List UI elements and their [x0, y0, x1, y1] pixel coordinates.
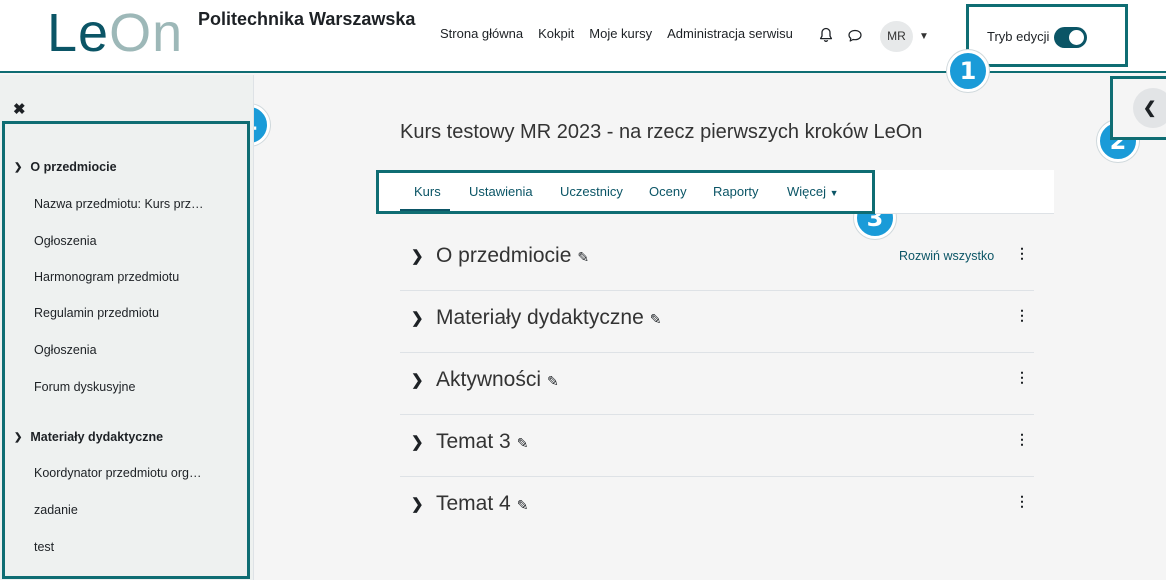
course-index-drawer: ✖ ❯ O przedmiocie Nazwa przedmiotu: Kurs…: [0, 75, 254, 580]
pencil-icon[interactable]: ✎: [517, 497, 529, 514]
user-avatar[interactable]: MR: [880, 21, 913, 52]
drawer-item[interactable]: Forum dyskusyjne: [34, 380, 135, 394]
drawer-section-o-przedmiocie[interactable]: ❯ O przedmiocie: [14, 160, 117, 174]
course-section: ❯ Aktywności ✎ ⋮: [400, 353, 1034, 415]
edit-mode-label: Tryb edycji: [987, 29, 1050, 44]
chevron-left-icon: ❮: [1143, 100, 1157, 117]
kebab-icon[interactable]: ⋮: [1015, 369, 1029, 386]
drawer-item[interactable]: Nazwa przedmiotu: Kurs prz…: [34, 197, 204, 211]
callout-badge-1: 1: [947, 50, 989, 92]
chevron-down-icon: ❯: [14, 161, 23, 173]
kebab-icon[interactable]: ⋮: [1015, 431, 1029, 448]
course-section: ❯ O przedmiocie ✎ Rozwiń wszystko ⋮: [400, 229, 1034, 291]
chevron-right-icon[interactable]: ❯: [411, 371, 424, 389]
primary-navigation: Strona główna Kokpit Moje kursy Administ…: [440, 26, 793, 41]
nav-dashboard[interactable]: Kokpit: [538, 26, 574, 41]
drawer-section-materialy[interactable]: ❯ Materiały dydaktyczne: [14, 430, 163, 444]
section-title[interactable]: O przedmiocie ✎: [436, 244, 589, 268]
drawer-item[interactable]: test: [34, 540, 54, 554]
chevron-right-icon[interactable]: ❯: [411, 433, 424, 451]
drawer-item[interactable]: Harmonogram przedmiotu: [34, 270, 179, 284]
university-name: Politechnika Warszawska: [198, 9, 416, 29]
chevron-down-icon: ❯: [14, 431, 23, 443]
section-title[interactable]: Aktywności ✎: [436, 368, 559, 392]
section-title[interactable]: Temat 4 ✎: [436, 492, 528, 516]
chevron-right-icon[interactable]: ❯: [411, 495, 424, 513]
drawer-item[interactable]: Regulamin przedmiotu: [34, 306, 159, 320]
expand-all-link[interactable]: Rozwiń wszystko: [899, 249, 994, 263]
section-title[interactable]: Temat 3 ✎: [436, 430, 528, 454]
kebab-icon[interactable]: ⋮: [1015, 493, 1029, 510]
chevron-right-icon[interactable]: ❯: [411, 309, 424, 327]
nav-my-courses[interactable]: Moje kursy: [589, 26, 652, 41]
pencil-icon[interactable]: ✎: [517, 435, 529, 452]
leon-logo[interactable]: LeOn: [47, 2, 183, 64]
pencil-icon[interactable]: ✎: [650, 311, 662, 328]
chat-icon[interactable]: [847, 28, 863, 44]
kebab-icon[interactable]: ⋮: [1015, 245, 1029, 262]
section-title[interactable]: Materiały dydaktyczne ✎: [436, 306, 662, 330]
pencil-icon[interactable]: ✎: [577, 249, 589, 266]
course-section: ❯ Materiały dydaktyczne ✎ ⋮: [400, 291, 1034, 353]
close-icon[interactable]: ✖: [13, 100, 26, 118]
kebab-icon[interactable]: ⋮: [1015, 307, 1029, 324]
secondary-nav-highlight: [376, 170, 875, 214]
drawer-item[interactable]: zadanie: [34, 503, 78, 517]
course-section: ❯ Temat 4 ✎ ⋮: [400, 477, 1034, 539]
nav-home[interactable]: Strona główna: [440, 26, 523, 41]
nav-site-admin[interactable]: Administracja serwisu: [667, 26, 793, 41]
pencil-icon[interactable]: ✎: [547, 373, 559, 390]
drawer-item[interactable]: Ogłoszenia: [34, 234, 97, 248]
drawer-item[interactable]: Ogłoszenia: [34, 343, 97, 357]
edit-mode-toggle[interactable]: [1054, 27, 1087, 48]
course-title: Kurs testowy MR 2023 - na rzecz pierwszy…: [400, 121, 923, 143]
course-section: ❯ Temat 3 ✎ ⋮: [400, 415, 1034, 477]
drawer-item[interactable]: Koordynator przedmiotu org…: [34, 466, 201, 480]
edit-mode-highlight: Tryb edycji: [966, 4, 1128, 67]
toggle-knob: [1069, 30, 1084, 45]
open-block-drawer-button[interactable]: ❮: [1133, 88, 1166, 128]
right-drawer-toggle-highlight: ❮: [1110, 76, 1166, 140]
chevron-down-icon[interactable]: ▼: [919, 31, 929, 42]
bell-icon[interactable]: [818, 27, 834, 43]
chevron-right-icon[interactable]: ❯: [411, 247, 424, 265]
